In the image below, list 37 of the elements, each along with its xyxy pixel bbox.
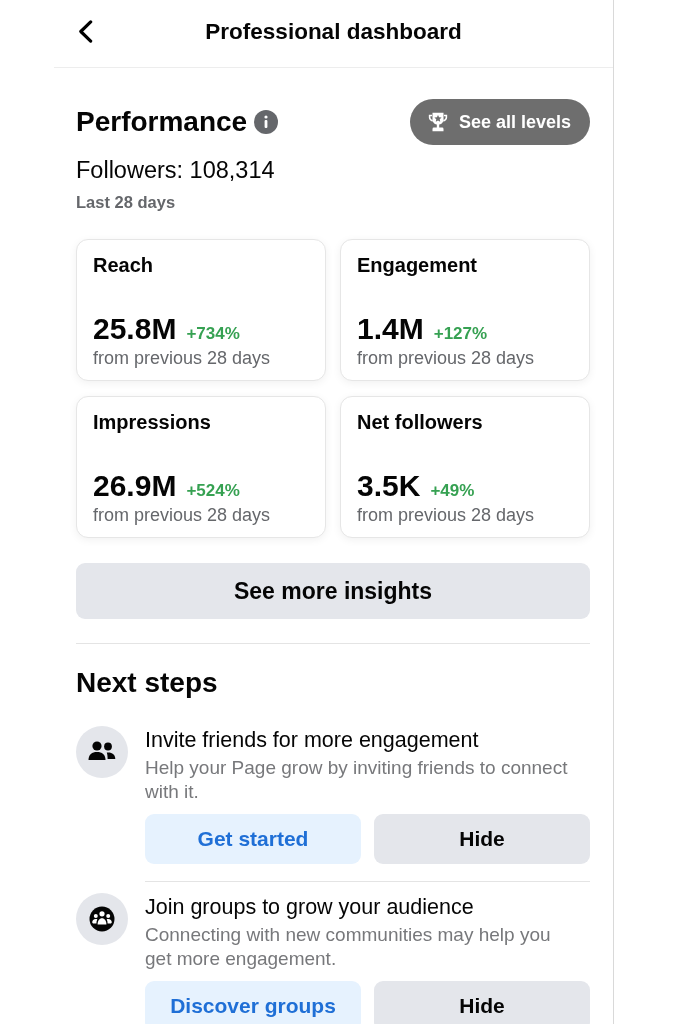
back-button[interactable] <box>76 18 95 45</box>
info-icon[interactable] <box>254 110 279 134</box>
section-heading: Next steps <box>76 667 219 699</box>
metric-value: 1.4M <box>357 311 424 346</box>
insights-button[interactable]: See more insights <box>76 563 590 619</box>
section-heading: Performance <box>76 106 248 138</box>
primary-button[interactable]: Discover groups <box>145 981 361 1024</box>
metric-change: +734% <box>186 322 240 345</box>
primary-button[interactable]: Get started <box>145 814 361 864</box>
metric-value: 3.5K <box>357 468 421 503</box>
groups-icon <box>76 893 128 945</box>
step-title: Invite friends for more engagement <box>145 727 480 754</box>
metric-value: 25.8M <box>93 311 177 346</box>
back-icon <box>78 20 93 43</box>
trophy-icon <box>426 111 449 133</box>
levels-button[interactable]: See all levels <box>409 99 590 145</box>
step-description: Help your Page grow by inviting friends to connect with it. <box>145 756 569 804</box>
step-description: Connecting with new communities may help you get more engagement. <box>145 923 552 971</box>
step-title: Join groups to grow your audience <box>145 894 475 921</box>
people-icon <box>76 726 128 778</box>
hide-button[interactable]: Hide <box>374 814 590 864</box>
metric-value: 26.9M <box>93 468 177 503</box>
metric-label: Reach <box>93 253 155 278</box>
hide-button[interactable]: Hide <box>374 981 590 1024</box>
metric-change: +127% <box>433 322 488 345</box>
metric-label: Engagement <box>357 253 479 278</box>
metric-label: Net followers <box>357 410 484 435</box>
metric-comparison: from previous 28 days <box>357 347 536 369</box>
page-title: Professional dashboard <box>205 17 462 46</box>
metric-label: Impressions <box>93 410 212 435</box>
metric-comparison: from previous 28 days <box>93 504 272 526</box>
period-label: Last 28 days <box>76 192 177 212</box>
metric-comparison: from previous 28 days <box>357 504 536 526</box>
metric-comparison: from previous 28 days <box>93 347 272 369</box>
followers-count: Followers: 108,314 <box>76 157 276 184</box>
metric-change: +49% <box>430 479 475 502</box>
metric-change: +524% <box>186 479 240 502</box>
